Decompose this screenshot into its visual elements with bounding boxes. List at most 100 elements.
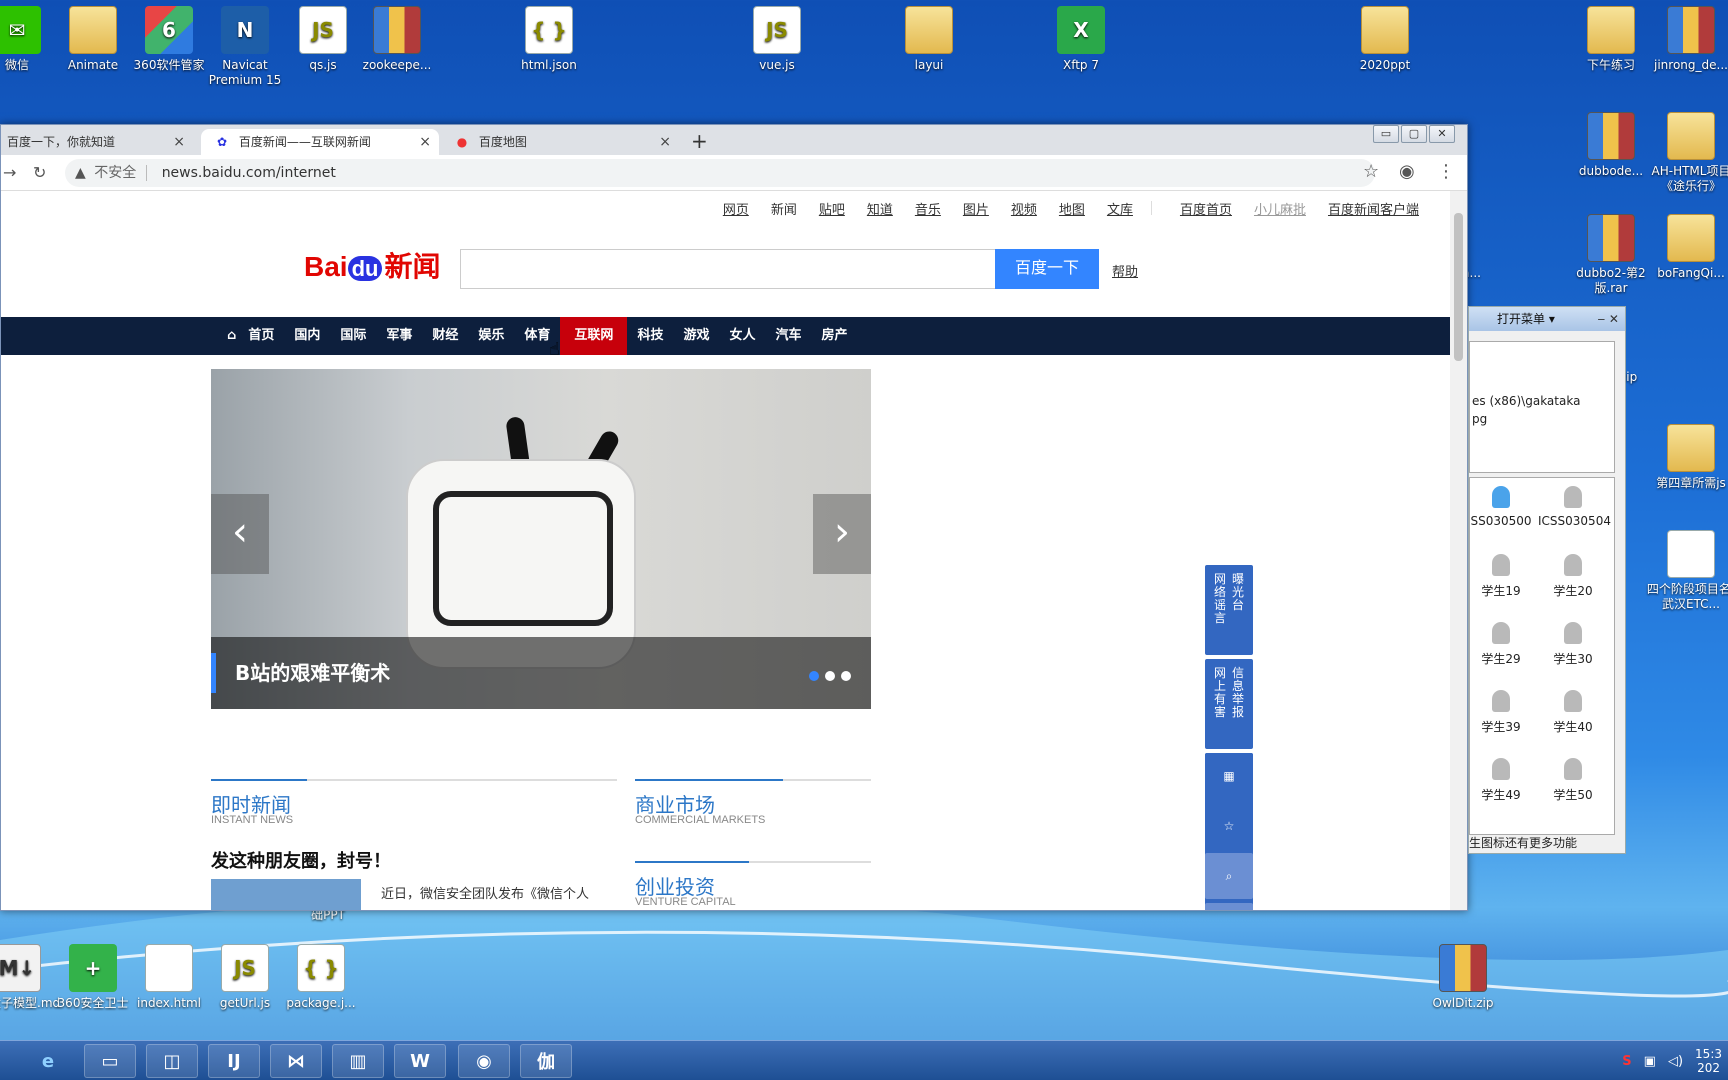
carousel-dot[interactable] bbox=[825, 671, 835, 681]
carousel-title[interactable]: B站的艰难平衡术 bbox=[235, 657, 390, 686]
student-item[interactable]: 学生39 bbox=[1466, 690, 1536, 735]
desktop-icon[interactable]: 2020ppt bbox=[1340, 6, 1430, 73]
minimize-button[interactable]: ▭ bbox=[1373, 125, 1399, 143]
page-scrollbar[interactable] bbox=[1450, 191, 1467, 910]
archive-app-icon[interactable]: ▥ bbox=[332, 1044, 384, 1078]
intellij-icon[interactable]: IJ bbox=[208, 1044, 260, 1078]
chrome-icon[interactable]: ◉ bbox=[458, 1044, 510, 1078]
channel-2[interactable]: 国际 bbox=[330, 317, 376, 355]
top-nav-link[interactable]: 网页 bbox=[723, 199, 749, 218]
ime-icon[interactable]: S bbox=[1622, 1054, 1631, 1069]
news-carousel[interactable]: ‹ › B站的艰难平衡术 bbox=[211, 369, 871, 709]
channel-3[interactable]: 军事 bbox=[376, 317, 422, 355]
baidu-news-logo[interactable]: Bai du 新闻 bbox=[304, 245, 440, 285]
reload-icon[interactable]: ↻ bbox=[33, 163, 46, 182]
profile-icon[interactable]: ◉ bbox=[1399, 161, 1415, 182]
channel-11[interactable]: 汽车 bbox=[765, 317, 811, 355]
vscode-icon[interactable]: ⋈ bbox=[270, 1044, 322, 1078]
top-nav-link[interactable]: 视频 bbox=[1011, 199, 1037, 218]
channel-10[interactable]: 女人 bbox=[719, 317, 765, 355]
desktop-icon[interactable]: AH-HTML项目《途乐行》 bbox=[1646, 112, 1728, 194]
student-item[interactable]: 学生29 bbox=[1466, 622, 1536, 667]
news-thumbnail[interactable] bbox=[211, 879, 361, 910]
restore-button[interactable]: ▢ bbox=[1401, 125, 1427, 143]
carousel-dot[interactable] bbox=[809, 671, 819, 681]
forward-icon[interactable]: → bbox=[3, 163, 16, 182]
network-icon[interactable]: ▣ bbox=[1644, 1054, 1656, 1069]
volume-icon[interactable]: ◁) bbox=[1668, 1054, 1683, 1069]
desktop-icon[interactable]: OwlDit.zip bbox=[1418, 944, 1508, 1011]
top-nav-link[interactable]: 新闻 bbox=[771, 199, 797, 218]
student-item[interactable]: 学生50 bbox=[1538, 758, 1608, 803]
explorer-icon[interactable]: ▭ bbox=[84, 1044, 136, 1078]
home-icon[interactable]: ⌂ bbox=[217, 317, 238, 355]
channel-5[interactable]: 娱乐 bbox=[468, 317, 514, 355]
desktop-icon[interactable]: 下午练习 bbox=[1566, 6, 1656, 73]
desktop-icon[interactable]: layui bbox=[884, 6, 974, 73]
panel-titlebar[interactable]: 打开菜单 ▾ ‒ ✕ bbox=[1469, 307, 1625, 331]
student-item[interactable]: ICSS030504 bbox=[1538, 486, 1611, 528]
security-label[interactable]: 不安全 bbox=[94, 165, 148, 181]
top-nav-right-link[interactable]: 小儿麻批 bbox=[1254, 199, 1306, 218]
tab-close-icon[interactable]: × bbox=[419, 129, 431, 155]
carousel-dot[interactable] bbox=[841, 671, 851, 681]
top-nav-link[interactable]: 文库 bbox=[1107, 199, 1133, 218]
desktop-icon[interactable]: dubbode... bbox=[1566, 112, 1656, 179]
bookmark-star-icon[interactable]: ☆ bbox=[1363, 161, 1379, 182]
app-window-icon[interactable]: ◫ bbox=[146, 1044, 198, 1078]
ie-icon[interactable]: e bbox=[22, 1044, 74, 1078]
news-headline[interactable]: 发这种朋友圈，封号！ bbox=[211, 847, 391, 873]
qrcode-icon[interactable]: ▦ bbox=[1205, 753, 1253, 799]
student-item[interactable]: 学生20 bbox=[1538, 554, 1608, 599]
desktop-icon[interactable]: { } package.j... bbox=[276, 944, 366, 1011]
top-nav-link[interactable]: 音乐 bbox=[915, 199, 941, 218]
channel-9[interactable]: 游戏 bbox=[673, 317, 719, 355]
star-icon[interactable]: ☆ bbox=[1205, 803, 1253, 849]
search-input[interactable] bbox=[460, 249, 996, 289]
channel-7[interactable]: 互联网 bbox=[560, 317, 628, 355]
desktop-icon[interactable]: jinrong_de... bbox=[1646, 6, 1728, 73]
carousel-caption[interactable]: B站的艰难平衡术 bbox=[211, 637, 871, 709]
rumor-exposure-button[interactable]: 网络谣言 曝光台 bbox=[1205, 565, 1253, 655]
desktop-icon[interactable]: zookeepe... bbox=[352, 6, 442, 73]
help-link[interactable]: 帮助 bbox=[1112, 261, 1138, 280]
new-tab-button[interactable]: + bbox=[691, 129, 708, 153]
tab-close-icon[interactable]: × bbox=[173, 129, 185, 155]
help-icon[interactable]: ? bbox=[1205, 903, 1253, 910]
search-button[interactable]: 百度一下 bbox=[995, 249, 1099, 289]
search-icon[interactable]: ⌕ bbox=[1205, 853, 1253, 899]
desktop-icon[interactable]: X Xftp 7 bbox=[1036, 6, 1126, 73]
channel-12[interactable]: 房产 bbox=[812, 317, 858, 355]
wps-icon[interactable]: W bbox=[394, 1044, 446, 1078]
top-nav-link[interactable]: 地图 bbox=[1059, 199, 1085, 218]
student-item[interactable]: 学生49 bbox=[1466, 758, 1536, 803]
desktop-icon[interactable]: dubbo2-第2版.rar bbox=[1566, 214, 1656, 296]
panel-window-buttons[interactable]: ‒ ✕ bbox=[1597, 307, 1619, 331]
news-snippet[interactable]: 近日，微信安全团队发布《微信个人 bbox=[381, 883, 589, 902]
menu-kebab-icon[interactable]: ⋮ bbox=[1437, 161, 1455, 182]
desktop-icon[interactable]: 四个阶段项目名-武汉ETC... bbox=[1646, 530, 1728, 612]
carousel-next-button[interactable]: › bbox=[813, 494, 871, 574]
tab-baidu-news-internet[interactable]: ✿ 百度新闻——互联网新闻 × bbox=[201, 129, 439, 155]
student-item[interactable]: SS030500 bbox=[1466, 486, 1536, 528]
student-item[interactable]: 学生40 bbox=[1538, 690, 1608, 735]
tab-baidu-map[interactable]: ● 百度地图 × bbox=[441, 129, 679, 155]
desktop-icon[interactable]: JS vue.js bbox=[732, 6, 822, 73]
app-red-icon[interactable]: 伽 bbox=[520, 1044, 572, 1078]
desktop-icon[interactable]: 第四章所需js bbox=[1646, 424, 1728, 491]
channel-0[interactable]: 首页 bbox=[238, 317, 284, 355]
scrollbar-thumb[interactable] bbox=[1454, 213, 1463, 361]
harmful-info-report-button[interactable]: 网上有害 信息举报 bbox=[1205, 659, 1253, 749]
url-text[interactable]: news.baidu.com/internet bbox=[162, 165, 336, 181]
top-nav-link[interactable]: 知道 bbox=[867, 199, 893, 218]
desktop-icon[interactable]: boFangQi... bbox=[1646, 214, 1728, 281]
channel-1[interactable]: 国内 bbox=[284, 317, 330, 355]
clock[interactable]: 15:3 202 bbox=[1695, 1047, 1722, 1075]
student-item[interactable]: 学生19 bbox=[1466, 554, 1536, 599]
top-nav-link[interactable]: 贴吧 bbox=[819, 199, 845, 218]
address-bar[interactable]: ▲ 不安全 news.baidu.com/internet bbox=[65, 159, 1375, 187]
desktop-icon[interactable]: { } html.json bbox=[504, 6, 594, 73]
panel-path-box[interactable]: es (x86)\gakataka pg bbox=[1469, 341, 1615, 473]
student-item[interactable]: 学生30 bbox=[1538, 622, 1608, 667]
warning-icon[interactable]: ▲ bbox=[75, 165, 86, 181]
